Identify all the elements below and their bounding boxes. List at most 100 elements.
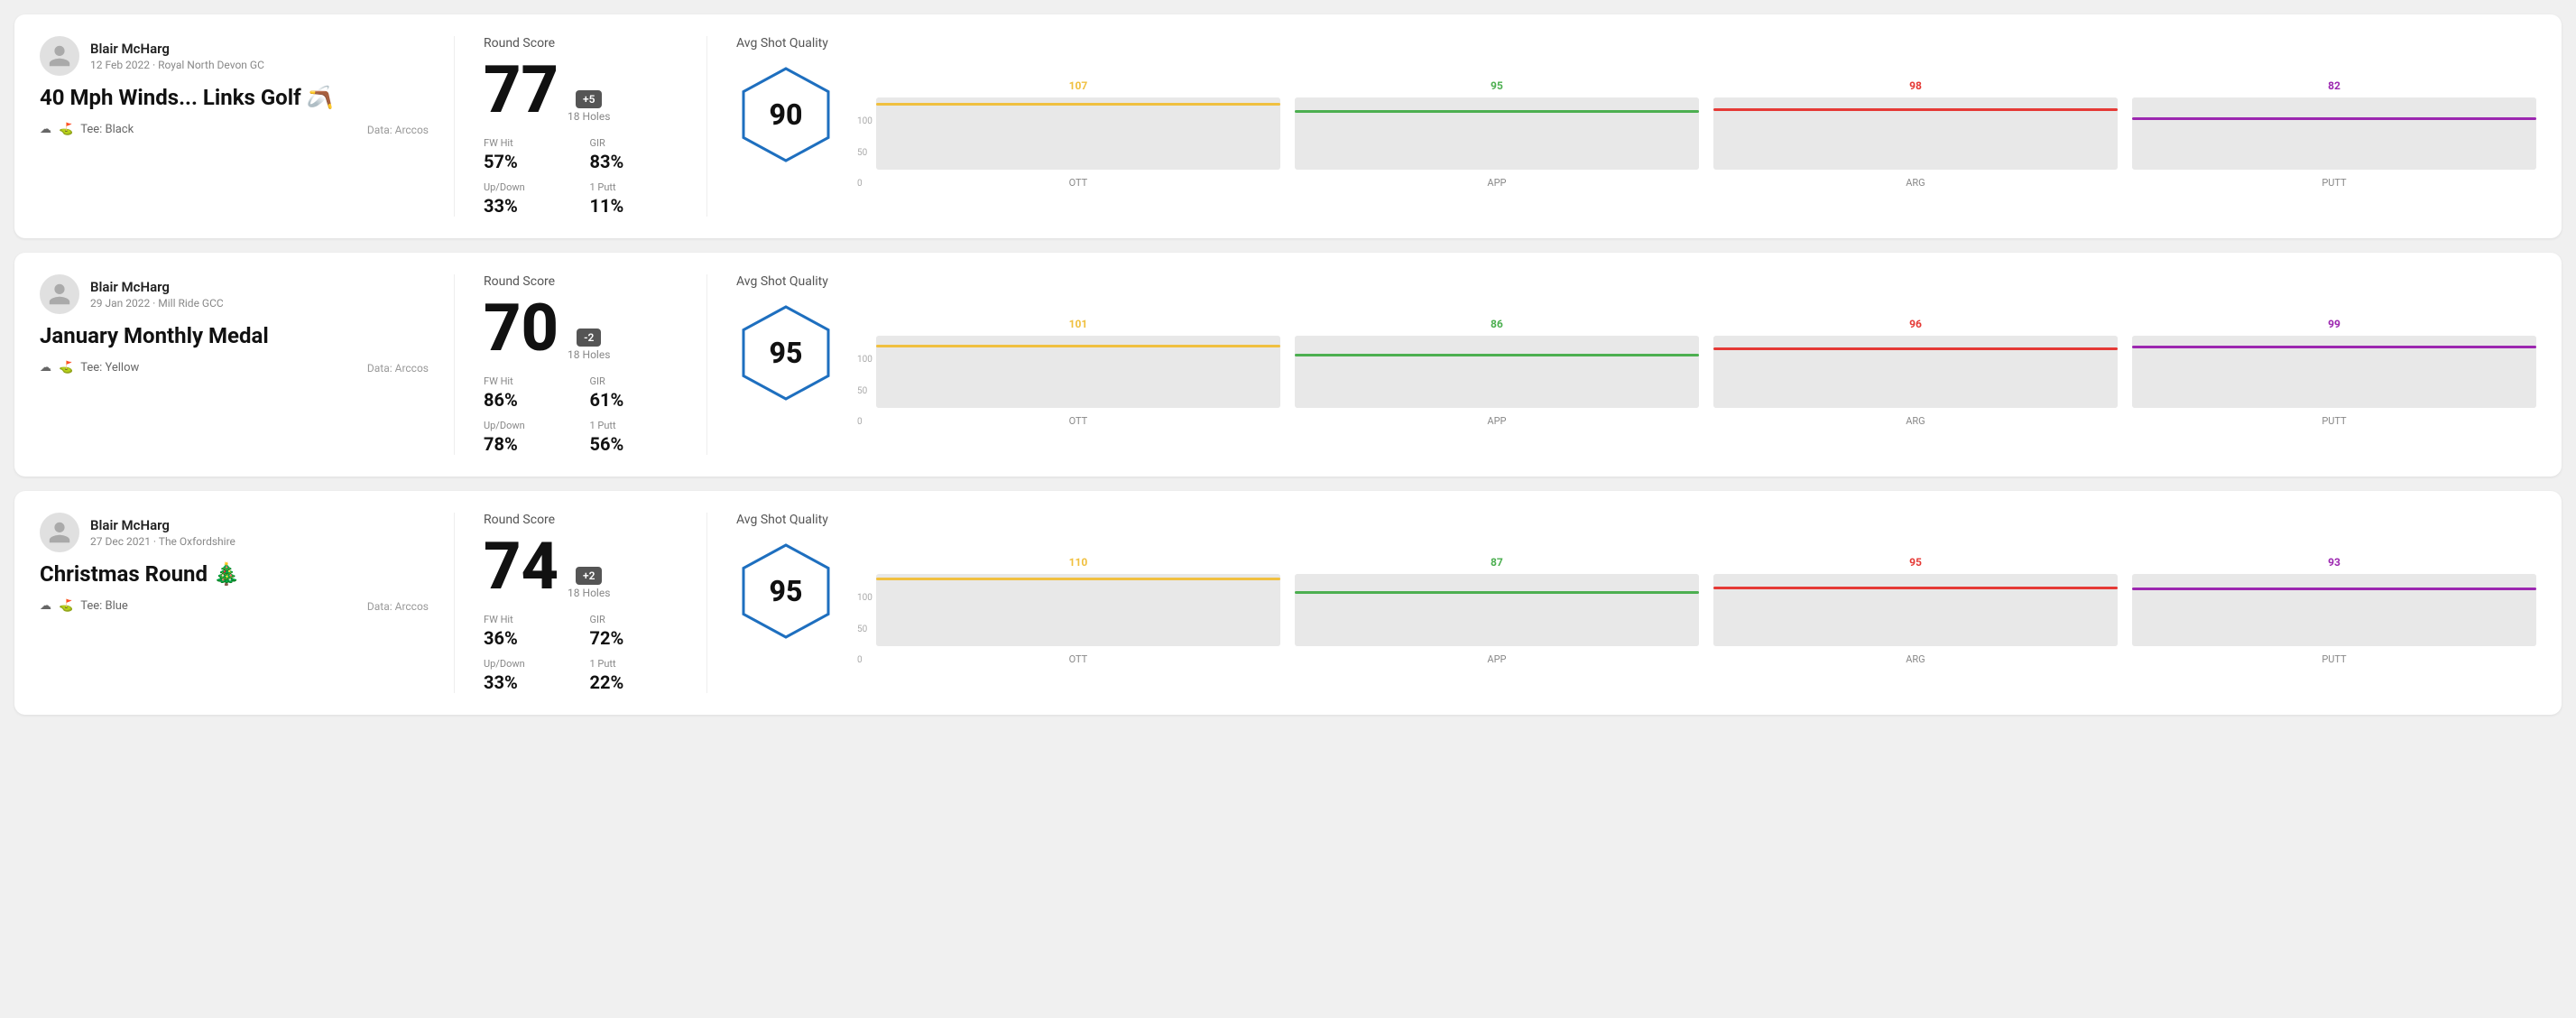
chart-xlabel-putt: PUTT bbox=[2322, 415, 2346, 427]
gir-value-1: 83% bbox=[590, 151, 679, 172]
round-card-3: Blair McHarg 27 Dec 2021 · The Oxfordshi… bbox=[14, 491, 2562, 715]
bar-bg-putt bbox=[2132, 97, 2536, 170]
round-right-3: Avg Shot Quality 95 100 50 0 110 bbox=[707, 513, 2536, 693]
y-axis: 100 50 0 bbox=[857, 116, 873, 189]
chart-xlabel-app: APP bbox=[1487, 653, 1506, 665]
bar-bg-arg bbox=[1713, 574, 2118, 646]
fw-hit-label-1: FW Hit bbox=[484, 137, 572, 149]
hexagon-3: 95 bbox=[736, 541, 836, 641]
stats-grid-3: FW Hit 36% GIR 72% Up/Down 33% 1 Putt 22… bbox=[484, 614, 678, 693]
fw-hit-label-2: FW Hit bbox=[484, 375, 572, 387]
y-label-100: 100 bbox=[857, 593, 873, 603]
score-number-3: 74 bbox=[484, 534, 559, 599]
y-label-0: 0 bbox=[857, 417, 873, 427]
avatar-3 bbox=[40, 513, 79, 552]
bar-wrapper-ott bbox=[876, 336, 1280, 408]
chart-xlabel-arg: ARG bbox=[1906, 415, 1925, 427]
tee-icon: ⛳ bbox=[59, 361, 73, 375]
updown-value-1: 33% bbox=[484, 195, 572, 217]
bar-bg-ott bbox=[876, 574, 1280, 646]
bar-wrapper-arg bbox=[1713, 574, 2118, 646]
chart-col-app: 86 APP bbox=[1295, 318, 1699, 427]
gir-value-2: 61% bbox=[590, 389, 679, 411]
chart-xlabel-putt: PUTT bbox=[2322, 653, 2346, 665]
oneputt-item-1: 1 Putt 11% bbox=[590, 181, 679, 217]
gir-label-2: GIR bbox=[590, 375, 679, 387]
round-left-1: Blair McHarg 12 Feb 2022 · Royal North D… bbox=[40, 36, 455, 217]
holes-label-2: 18 Holes bbox=[568, 348, 610, 361]
bar-wrapper-app bbox=[1295, 97, 1699, 170]
user-name-2: Blair McHarg bbox=[90, 279, 224, 295]
holes-label-3: 18 Holes bbox=[568, 587, 610, 599]
user-meta-1: 12 Feb 2022 · Royal North Devon GC bbox=[90, 59, 264, 71]
user-row-1: Blair McHarg 12 Feb 2022 · Royal North D… bbox=[40, 36, 429, 76]
chart-value-ott: 101 bbox=[1069, 318, 1088, 330]
bar-chart-section-2: 100 50 0 101 OTT 86 APP bbox=[857, 296, 2536, 427]
chart-value-arg: 95 bbox=[1909, 556, 1922, 569]
bar-wrapper-ott bbox=[876, 574, 1280, 646]
updown-item-2: Up/Down 78% bbox=[484, 420, 572, 455]
oneputt-label-1: 1 Putt bbox=[590, 181, 679, 193]
y-label-0: 0 bbox=[857, 655, 873, 665]
y-label-0: 0 bbox=[857, 179, 873, 189]
score-row-3: 74 +2 18 Holes bbox=[484, 534, 678, 599]
tee-icon: ⛳ bbox=[59, 123, 73, 136]
score-row-1: 77 +5 18 Holes bbox=[484, 58, 678, 123]
tee-label-1: Tee: Black bbox=[80, 123, 134, 136]
avg-quality-label-3: Avg Shot Quality bbox=[736, 513, 2536, 527]
updown-value-2: 78% bbox=[484, 433, 572, 455]
score-number-2: 70 bbox=[484, 296, 559, 361]
chart-col-putt: 99 PUTT bbox=[2132, 318, 2536, 427]
badge-pill-2: -2 bbox=[577, 329, 601, 347]
chart-value-ott: 110 bbox=[1069, 556, 1088, 569]
chart-xlabel-ott: OTT bbox=[1069, 415, 1088, 427]
hexagon-container-1: 90 bbox=[736, 65, 836, 164]
fw-hit-item-3: FW Hit 36% bbox=[484, 614, 572, 649]
tee-label-3: Tee: Blue bbox=[80, 599, 128, 613]
chart-value-app: 95 bbox=[1491, 79, 1503, 92]
bar-chart: 100 50 0 101 OTT 86 APP bbox=[857, 318, 2536, 427]
gir-item-2: GIR 61% bbox=[590, 375, 679, 411]
user-info-3: Blair McHarg 27 Dec 2021 · The Oxfordshi… bbox=[90, 517, 235, 548]
chart-col-putt: 82 PUTT bbox=[2132, 79, 2536, 189]
chart-col-ott: 101 OTT bbox=[876, 318, 1280, 427]
updown-value-3: 33% bbox=[484, 671, 572, 693]
bar-wrapper-putt bbox=[2132, 574, 2536, 646]
bar-line-app bbox=[1295, 591, 1699, 594]
oneputt-label-2: 1 Putt bbox=[590, 420, 679, 431]
round-middle-3: Round Score 74 +2 18 Holes FW Hit 36% GI… bbox=[455, 513, 707, 693]
fw-hit-label-3: FW Hit bbox=[484, 614, 572, 625]
round-title-3: Christmas Round 🎄 bbox=[40, 561, 429, 587]
chart-value-putt: 93 bbox=[2328, 556, 2341, 569]
chart-xlabel-arg: ARG bbox=[1906, 177, 1925, 189]
data-source-1: Data: Arccos bbox=[367, 124, 429, 136]
avg-quality-label-1: Avg Shot Quality bbox=[736, 36, 2536, 51]
oneputt-item-3: 1 Putt 22% bbox=[590, 658, 679, 693]
fw-hit-item-1: FW Hit 57% bbox=[484, 137, 572, 172]
footer-row-3: ☁ ⛳ Tee: Blue Data: Arccos bbox=[40, 599, 429, 613]
round-card-1: Blair McHarg 12 Feb 2022 · Royal North D… bbox=[14, 14, 2562, 238]
bar-wrapper-app bbox=[1295, 336, 1699, 408]
bar-wrapper-arg bbox=[1713, 336, 2118, 408]
fw-hit-item-2: FW Hit 86% bbox=[484, 375, 572, 411]
chart-value-app: 87 bbox=[1491, 556, 1503, 569]
y-label-50: 50 bbox=[857, 148, 873, 158]
bar-line-app bbox=[1295, 110, 1699, 113]
bar-wrapper-arg bbox=[1713, 97, 2118, 170]
score-badge-3: +2 18 Holes bbox=[568, 567, 610, 599]
bar-line-ott bbox=[876, 103, 1280, 106]
footer-row-2: ☁ ⛳ Tee: Yellow Data: Arccos bbox=[40, 361, 429, 375]
holes-label-1: 18 Holes bbox=[568, 110, 610, 123]
user-name-1: Blair McHarg bbox=[90, 41, 264, 57]
user-name-3: Blair McHarg bbox=[90, 517, 235, 533]
y-label-100: 100 bbox=[857, 355, 873, 365]
score-badge-2: -2 18 Holes bbox=[568, 329, 610, 361]
gir-item-1: GIR 83% bbox=[590, 137, 679, 172]
round-score-label-2: Round Score bbox=[484, 274, 678, 289]
bar-line-ott bbox=[876, 345, 1280, 347]
oneputt-label-3: 1 Putt bbox=[590, 658, 679, 670]
bar-line-putt bbox=[2132, 346, 2536, 348]
score-badge-1: +5 18 Holes bbox=[568, 90, 610, 123]
updown-item-1: Up/Down 33% bbox=[484, 181, 572, 217]
bar-wrapper-putt bbox=[2132, 336, 2536, 408]
